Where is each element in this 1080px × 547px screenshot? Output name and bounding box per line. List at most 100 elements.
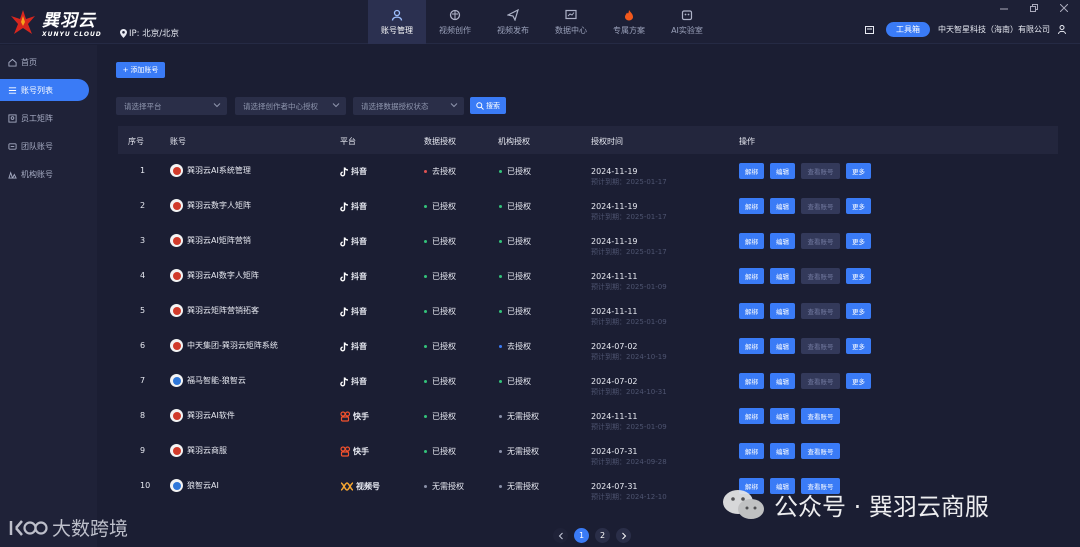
view-account-button[interactable]: 查看账号	[801, 163, 840, 179]
more-button[interactable]: 更多	[846, 373, 871, 389]
nav-tab-2[interactable]: 视频发布	[484, 0, 542, 44]
edit-button[interactable]: 编辑	[770, 338, 795, 354]
edit-button[interactable]: 编辑	[770, 303, 795, 319]
data-auth-status[interactable]: 已授权	[424, 271, 456, 282]
platform-name: 快手	[353, 447, 369, 456]
auth-time: 2024-11-19 预计到期：2025-01-17	[591, 236, 667, 258]
org-auth-status[interactable]: 去授权	[499, 341, 531, 352]
unbind-button[interactable]: 解绑	[739, 408, 764, 424]
org-auth-status[interactable]: 已授权	[499, 306, 531, 317]
account-name[interactable]: 狼智云AI	[187, 480, 219, 491]
org-auth-status[interactable]: 已授权	[499, 236, 531, 247]
edit-button[interactable]: 编辑	[770, 233, 795, 249]
search-button[interactable]: 搜索	[470, 97, 506, 114]
account-name[interactable]: 福马智能-狼智云	[187, 375, 246, 386]
page-2-button[interactable]: 2	[595, 528, 610, 543]
org-auth-status[interactable]: 已授权	[499, 166, 531, 177]
nav-tab-1[interactable]: 视频创作	[426, 0, 484, 44]
logo[interactable]: 巽羽云 XUNYU CLOUD	[8, 6, 102, 38]
data-auth-status[interactable]: 去授权	[424, 166, 456, 177]
edit-button[interactable]: 编辑	[770, 163, 795, 179]
unbind-button[interactable]: 解绑	[739, 268, 764, 284]
account-name[interactable]: 巽羽云AI矩阵营销	[187, 235, 251, 246]
view-account-button[interactable]: 查看账号	[801, 198, 840, 214]
platform-select[interactable]: 请选择平台	[116, 97, 227, 115]
data-auth-status[interactable]: 已授权	[424, 341, 456, 352]
sidebar-item-1[interactable]: 账号列表	[0, 79, 89, 101]
data-auth-status[interactable]: 已授权	[424, 201, 456, 212]
nav-tab-0[interactable]: 账号管理	[368, 0, 426, 44]
nav-tab-4[interactable]: 专属方案	[600, 0, 658, 44]
header-account: 账号	[170, 137, 186, 146]
view-account-button[interactable]: 查看账号	[801, 373, 840, 389]
org-auth-status[interactable]: 已授权	[499, 376, 531, 387]
page-1-button[interactable]: 1	[574, 528, 589, 543]
more-button[interactable]: 更多	[846, 268, 871, 284]
sidebar-item-2[interactable]: 员工矩阵	[0, 107, 97, 129]
account-name[interactable]: 巽羽云商服	[187, 445, 227, 456]
org-auth-status[interactable]: 已授权	[499, 201, 531, 212]
edit-button[interactable]: 编辑	[770, 268, 795, 284]
add-account-button[interactable]: + 添加账号	[116, 62, 165, 78]
view-account-button[interactable]: 查看账号	[801, 338, 840, 354]
account-name[interactable]: 巽羽云数字人矩阵	[187, 200, 251, 211]
edit-button[interactable]: 编辑	[770, 198, 795, 214]
edit-button[interactable]: 编辑	[770, 443, 795, 459]
unbind-button[interactable]: 解绑	[739, 233, 764, 249]
card-icon[interactable]	[865, 25, 874, 34]
data-auth-select[interactable]: 请选择数据授权状态	[353, 97, 464, 115]
account-name[interactable]: 巽羽云AI软件	[187, 410, 235, 421]
more-button[interactable]: 更多	[846, 198, 871, 214]
more-button[interactable]: 更多	[846, 233, 871, 249]
sidebar-item-4[interactable]: 机构账号	[0, 163, 97, 185]
more-button[interactable]: 更多	[846, 303, 871, 319]
unbind-button[interactable]: 解绑	[739, 443, 764, 459]
toolbox-button[interactable]: 工具箱	[886, 22, 930, 37]
company-name[interactable]: 中天智星科技（海南）有限公司	[938, 24, 1050, 35]
unbind-button[interactable]: 解绑	[739, 373, 764, 389]
user-icon[interactable]	[1058, 25, 1066, 34]
unbind-button[interactable]: 解绑	[739, 163, 764, 179]
account-name[interactable]: 巽羽云AI系统管理	[187, 165, 251, 176]
auth-time: 2024-07-02 预计到期：2024-10-19	[591, 341, 667, 363]
minimize-icon[interactable]	[1000, 4, 1008, 12]
unbind-button[interactable]: 解绑	[739, 338, 764, 354]
view-account-button[interactable]: 查看账号	[801, 443, 840, 459]
data-auth-status[interactable]: 已授权	[424, 446, 456, 457]
nav-tab-3[interactable]: 数据中心	[542, 0, 600, 44]
close-icon[interactable]	[1060, 4, 1068, 12]
more-button[interactable]: 更多	[846, 163, 871, 179]
org-auth-status[interactable]: 已授权	[499, 271, 531, 282]
data-auth-status[interactable]: 已授权	[424, 306, 456, 317]
sidebar-item-3[interactable]: 团队账号	[0, 135, 97, 157]
account-name[interactable]: 中天集团-巽羽云矩阵系统	[187, 340, 278, 351]
org-auth-text: 已授权	[507, 167, 531, 176]
employee-icon	[8, 113, 17, 123]
unbind-button[interactable]: 解绑	[739, 303, 764, 319]
data-auth-status[interactable]: 已授权	[424, 236, 456, 247]
prev-page-button[interactable]	[553, 528, 568, 543]
auth-date: 2024-11-19	[591, 167, 638, 176]
next-page-button[interactable]	[616, 528, 631, 543]
org-auth-status[interactable]: 无需授权	[499, 446, 539, 457]
more-button[interactable]: 更多	[846, 338, 871, 354]
account-name[interactable]: 巽羽云AI数字人矩阵	[187, 270, 259, 281]
sidebar-item-0[interactable]: 首页	[0, 51, 97, 73]
unbind-button[interactable]: 解绑	[739, 198, 764, 214]
view-account-button[interactable]: 查看账号	[801, 233, 840, 249]
data-auth-status[interactable]: 已授权	[424, 411, 456, 422]
org-auth-status[interactable]: 无需授权	[499, 481, 539, 492]
restore-icon[interactable]	[1030, 4, 1038, 12]
account-name[interactable]: 巽羽云矩阵营销拓客	[187, 305, 259, 316]
sidebar-item-label: 员工矩阵	[21, 113, 53, 123]
edit-button[interactable]: 编辑	[770, 373, 795, 389]
data-auth-status[interactable]: 无需授权	[424, 481, 464, 492]
creator-auth-select[interactable]: 请选择创作者中心授权	[235, 97, 346, 115]
view-account-button[interactable]: 查看账号	[801, 408, 840, 424]
edit-button[interactable]: 编辑	[770, 408, 795, 424]
nav-tab-5[interactable]: AI实验室	[658, 0, 716, 44]
view-account-button[interactable]: 查看账号	[801, 268, 840, 284]
data-auth-status[interactable]: 已授权	[424, 376, 456, 387]
org-auth-status[interactable]: 无需授权	[499, 411, 539, 422]
view-account-button[interactable]: 查看账号	[801, 303, 840, 319]
